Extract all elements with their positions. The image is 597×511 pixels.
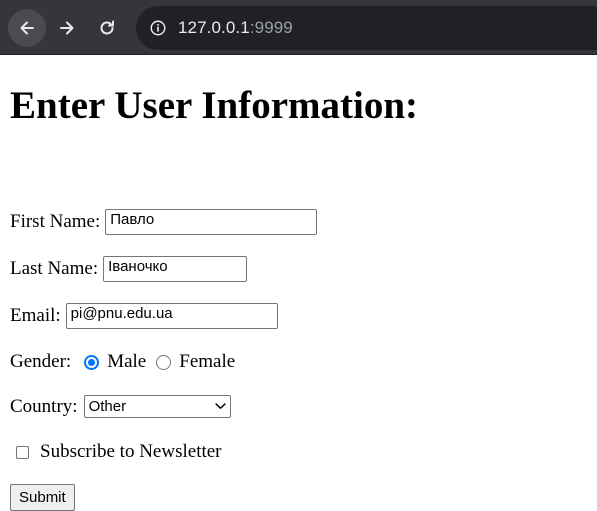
last-name-label: Last Name: <box>10 258 99 279</box>
gender-female-radio[interactable] <box>156 354 172 370</box>
email-row: Email: pi@pnu.edu.ua <box>10 303 278 329</box>
country-label: Country: <box>10 395 78 417</box>
country-selected-value: Other <box>88 398 127 415</box>
info-icon[interactable] <box>148 18 168 38</box>
last-name-input[interactable]: Іваночко <box>103 256 248 282</box>
url-text: 127.0.0.1:9999 <box>178 18 293 38</box>
chevron-down-icon <box>214 403 226 409</box>
submit-button[interactable]: Submit <box>10 484 75 511</box>
gender-female-label[interactable]: Female <box>179 351 235 373</box>
back-arrow-icon <box>20 21 34 35</box>
reload-button[interactable] <box>88 9 126 47</box>
newsletter-checkbox[interactable] <box>16 445 29 459</box>
page-title: Enter User Information: <box>10 84 419 127</box>
country-select[interactable]: Other <box>83 395 231 418</box>
country-row: Country: Other <box>10 395 231 418</box>
first-name-input[interactable]: Павло <box>105 209 318 235</box>
last-name-row: Last Name: Іваночко <box>10 256 248 282</box>
email-label: Email: <box>10 305 61 326</box>
browser-toolbar: 127.0.0.1:9999 <box>0 0 597 55</box>
first-name-row: First Name: Павло <box>10 209 318 235</box>
newsletter-label[interactable]: Subscribe to Newsletter <box>40 441 222 463</box>
url-port: :9999 <box>249 18 293 37</box>
email-input[interactable]: pi@pnu.edu.ua <box>65 303 278 329</box>
address-bar[interactable]: 127.0.0.1:9999 <box>136 6 597 50</box>
url-host: 127.0.0.1 <box>178 18 250 37</box>
newsletter-row: Subscribe to Newsletter <box>10 441 222 463</box>
gender-row: Gender: Male Female <box>10 351 235 373</box>
back-button[interactable] <box>8 9 46 47</box>
forward-arrow-icon <box>60 21 74 35</box>
first-name-label: First Name: <box>10 211 101 232</box>
gender-male-radio[interactable] <box>84 354 100 370</box>
gender-male-label[interactable]: Male <box>107 351 146 373</box>
reload-icon <box>100 20 114 35</box>
gender-label: Gender: <box>10 351 72 372</box>
forward-button[interactable] <box>48 9 86 47</box>
